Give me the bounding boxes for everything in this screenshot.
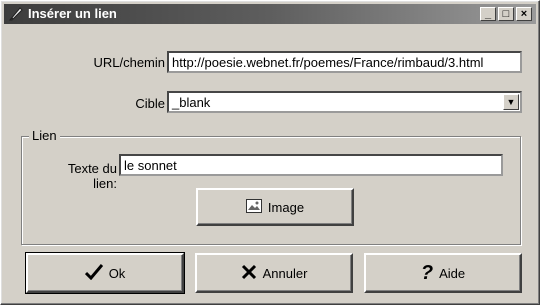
question-mark-icon: ?	[420, 261, 434, 284]
maximize-icon: □	[502, 8, 510, 20]
link-text-label: Texte du lien:	[41, 161, 117, 191]
target-selected-value: _blank	[172, 95, 211, 110]
ok-button[interactable]: Ok	[25, 252, 185, 294]
url-input[interactable]: http://poesie.webnet.fr/poemes/France/ri…	[167, 51, 522, 73]
link-text-label-line1: Texte du	[67, 161, 117, 176]
url-label: URL/chemin	[93, 55, 165, 70]
help-button[interactable]: ? Aide	[364, 253, 522, 293]
title-bar[interactable]: Insérer un lien _ □ ×	[4, 4, 536, 24]
dropdown-arrow-icon[interactable]: ▼	[503, 94, 519, 110]
maximize-button[interactable]: □	[498, 7, 514, 21]
target-label: Cible	[135, 96, 165, 111]
target-select[interactable]: _blank ▼	[167, 91, 522, 113]
link-text-label-line2: lien:	[93, 176, 117, 191]
cancel-button[interactable]: Annuler	[195, 253, 353, 293]
minimize-button[interactable]: _	[480, 7, 496, 21]
minimize-icon: _	[484, 8, 492, 20]
cancel-button-label: Annuler	[262, 265, 308, 281]
group-label: Lien	[29, 128, 60, 143]
link-text-input[interactable]: le sonnet	[119, 154, 503, 176]
window-title: Insérer un lien	[28, 6, 117, 21]
checkmark-icon	[84, 263, 103, 283]
cross-icon	[241, 264, 257, 283]
ok-button-label: Ok	[108, 265, 126, 281]
image-button-label: Image	[267, 199, 305, 215]
image-icon	[245, 198, 262, 216]
image-button[interactable]: Image	[196, 188, 354, 226]
close-icon: ×	[520, 8, 528, 20]
quill-pen-icon	[8, 6, 24, 22]
insert-link-dialog: Insérer un lien _ □ × URL/chemin http://…	[0, 0, 540, 305]
help-button-label: Aide	[439, 265, 466, 281]
close-button[interactable]: ×	[516, 7, 532, 21]
